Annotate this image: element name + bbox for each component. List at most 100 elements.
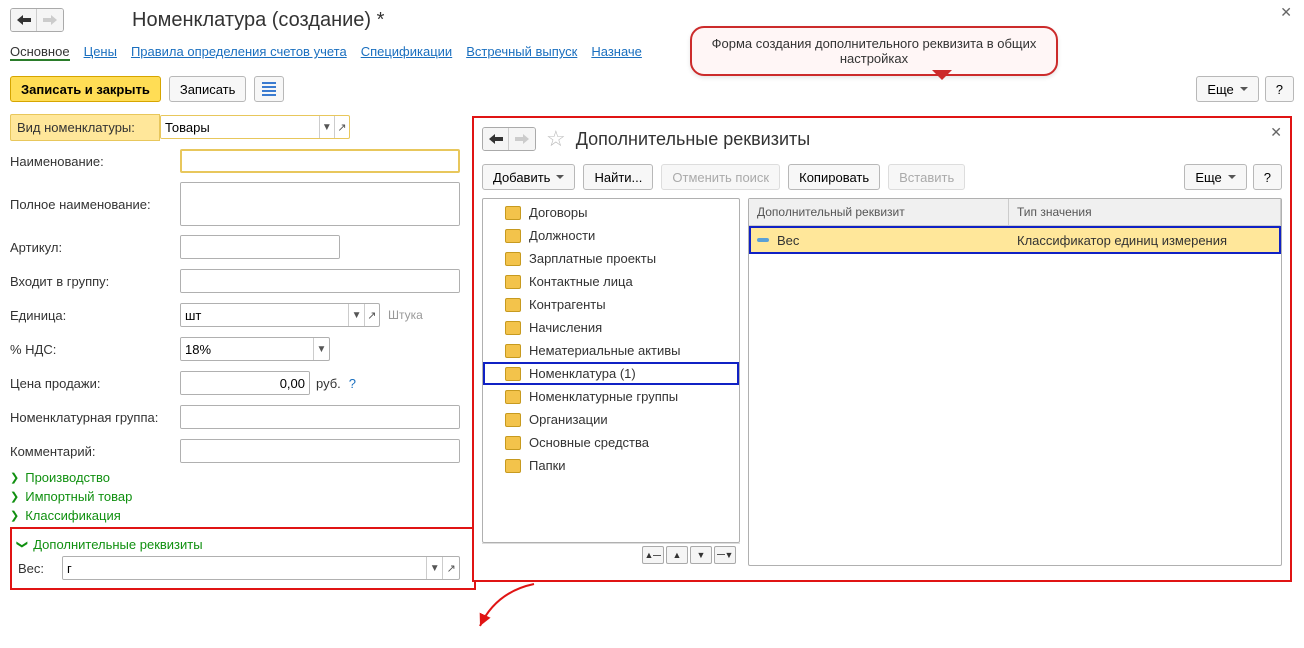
tree-item[interactable]: Номенклатура (1): [483, 362, 739, 385]
name-input[interactable]: [182, 151, 458, 171]
weight-input[interactable]: [63, 557, 426, 579]
folder-icon: [505, 436, 521, 450]
tree-scroll-top[interactable]: ▲: [642, 546, 664, 564]
more-button[interactable]: Еще: [1196, 76, 1258, 102]
type-open-icon[interactable]: ↗: [334, 116, 349, 138]
save-button[interactable]: Записать: [169, 76, 247, 102]
tree-item[interactable]: Должности: [483, 224, 739, 247]
panel-title: Дополнительные реквизиты: [576, 129, 811, 150]
type-input[interactable]: [161, 116, 319, 138]
tree-item[interactable]: Контрагенты: [483, 293, 739, 316]
folder-icon: [505, 367, 521, 381]
folder-icon: [505, 298, 521, 312]
weight-label: Вес:: [18, 561, 62, 576]
type-label: Вид номенклатуры:: [10, 114, 160, 141]
comment-label: Комментарий:: [10, 444, 180, 459]
folder-icon: [505, 459, 521, 473]
tree-item[interactable]: Зарплатные проекты: [483, 247, 739, 270]
tree-scroll-bottom[interactable]: ▼: [714, 546, 736, 564]
extra-props-panel: ✕ ☆ Дополнительные реквизиты Добавить На…: [472, 116, 1292, 582]
tab-prices[interactable]: Цены: [84, 44, 117, 61]
nomgroup-label: Номенклатурная группа:: [10, 410, 180, 425]
folder-icon: [505, 390, 521, 404]
price-label: Цена продажи:: [10, 376, 180, 391]
tree-item-label: Контактные лица: [529, 274, 633, 289]
grid-row-selected[interactable]: Вес Классификатор единиц измерения: [749, 226, 1281, 254]
tree-item[interactable]: Контактные лица: [483, 270, 739, 293]
tab-assign[interactable]: Назначе: [591, 44, 642, 61]
tab-main[interactable]: Основное: [10, 44, 70, 61]
panel-add-button[interactable]: Добавить: [482, 164, 575, 190]
vat-input[interactable]: [181, 338, 313, 360]
tree-scroll-down[interactable]: ▼: [690, 546, 712, 564]
nav-back-button[interactable]: [11, 9, 37, 31]
unit-label: Единица:: [10, 308, 180, 323]
tab-specs[interactable]: Спецификации: [361, 44, 453, 61]
tree-item-label: Основные средства: [529, 435, 649, 450]
tree-item-label: Номенклатурные группы: [529, 389, 678, 404]
unit-dropdown-icon[interactable]: ▼: [348, 304, 363, 326]
panel-help-button[interactable]: ?: [1253, 164, 1282, 190]
panel-more-button[interactable]: Еще: [1184, 164, 1246, 190]
tree-item-label: Договоры: [529, 205, 587, 220]
weight-dropdown-icon[interactable]: ▼: [426, 557, 443, 579]
price-input[interactable]: [181, 372, 309, 394]
vat-dropdown-icon[interactable]: ▼: [313, 338, 329, 360]
tab-accounts[interactable]: Правила определения счетов учета: [131, 44, 347, 61]
tree-item[interactable]: Договоры: [483, 201, 739, 224]
panel-find-button[interactable]: Найти...: [583, 164, 653, 190]
unit-input[interactable]: [181, 304, 348, 326]
panel-nav-forward[interactable]: [509, 128, 535, 150]
unit-hint: Штука: [388, 308, 423, 322]
comment-input[interactable]: [181, 440, 459, 462]
panel-cancel-find-button: Отменить поиск: [661, 164, 780, 190]
list-view-button[interactable]: [254, 76, 284, 102]
help-button[interactable]: ?: [1265, 76, 1294, 102]
name-label: Наименование:: [10, 154, 180, 169]
tree-item-label: Папки: [529, 458, 566, 473]
tree-scroll-up[interactable]: ▲: [666, 546, 688, 564]
save-close-button[interactable]: Записать и закрыть: [10, 76, 161, 102]
unit-open-icon[interactable]: ↗: [364, 304, 379, 326]
tree-item[interactable]: Начисления: [483, 316, 739, 339]
chevron-down-icon: ❯: [16, 540, 29, 549]
chevron-right-icon: ❯: [10, 490, 19, 503]
folder-icon: [505, 275, 521, 289]
minus-icon: [757, 238, 769, 242]
tree-item[interactable]: Основные средства: [483, 431, 739, 454]
group-input[interactable]: [181, 270, 459, 292]
tree-item[interactable]: Нематериальные активы: [483, 339, 739, 362]
tree-item-label: Зарплатные проекты: [529, 251, 656, 266]
vat-label: % НДС:: [10, 342, 180, 357]
tree-item[interactable]: Папки: [483, 454, 739, 477]
article-input[interactable]: [181, 236, 339, 258]
price-help-icon[interactable]: ?: [349, 376, 356, 391]
tree-item-label: Организации: [529, 412, 608, 427]
tree-item-label: Начисления: [529, 320, 602, 335]
tab-counter[interactable]: Встречный выпуск: [466, 44, 577, 61]
close-icon[interactable]: ✕: [1280, 4, 1292, 21]
category-tree[interactable]: Договоры Должности Зарплатные проекты Конта…: [482, 198, 740, 543]
type-dropdown-icon[interactable]: ▼: [319, 116, 334, 138]
nav-forward-button[interactable]: [37, 9, 63, 31]
grid-col-type: Тип значения: [1009, 199, 1281, 225]
panel-paste-button: Вставить: [888, 164, 965, 190]
panel-copy-button[interactable]: Копировать: [788, 164, 880, 190]
nomgroup-input[interactable]: [181, 406, 459, 428]
callout-bubble: Форма создания дополнительного реквизита…: [690, 26, 1058, 76]
folder-icon: [505, 344, 521, 358]
folder-icon: [505, 229, 521, 243]
folder-icon: [505, 252, 521, 266]
fullname-input[interactable]: [181, 183, 459, 225]
panel-close-icon[interactable]: ✕: [1270, 124, 1282, 141]
annotation-arrow: [476, 582, 536, 632]
tree-item[interactable]: Организации: [483, 408, 739, 431]
panel-nav-back[interactable]: [483, 128, 509, 150]
favorite-star-icon[interactable]: ☆: [546, 126, 566, 152]
group-label: Входит в группу:: [10, 274, 180, 289]
section-extra-props[interactable]: ❯Дополнительные реквизиты: [18, 537, 468, 552]
folder-icon: [505, 206, 521, 220]
tree-item-label: Номенклатура (1): [529, 366, 636, 381]
weight-open-icon[interactable]: ↗: [442, 557, 459, 579]
tree-item[interactable]: Номенклатурные группы: [483, 385, 739, 408]
